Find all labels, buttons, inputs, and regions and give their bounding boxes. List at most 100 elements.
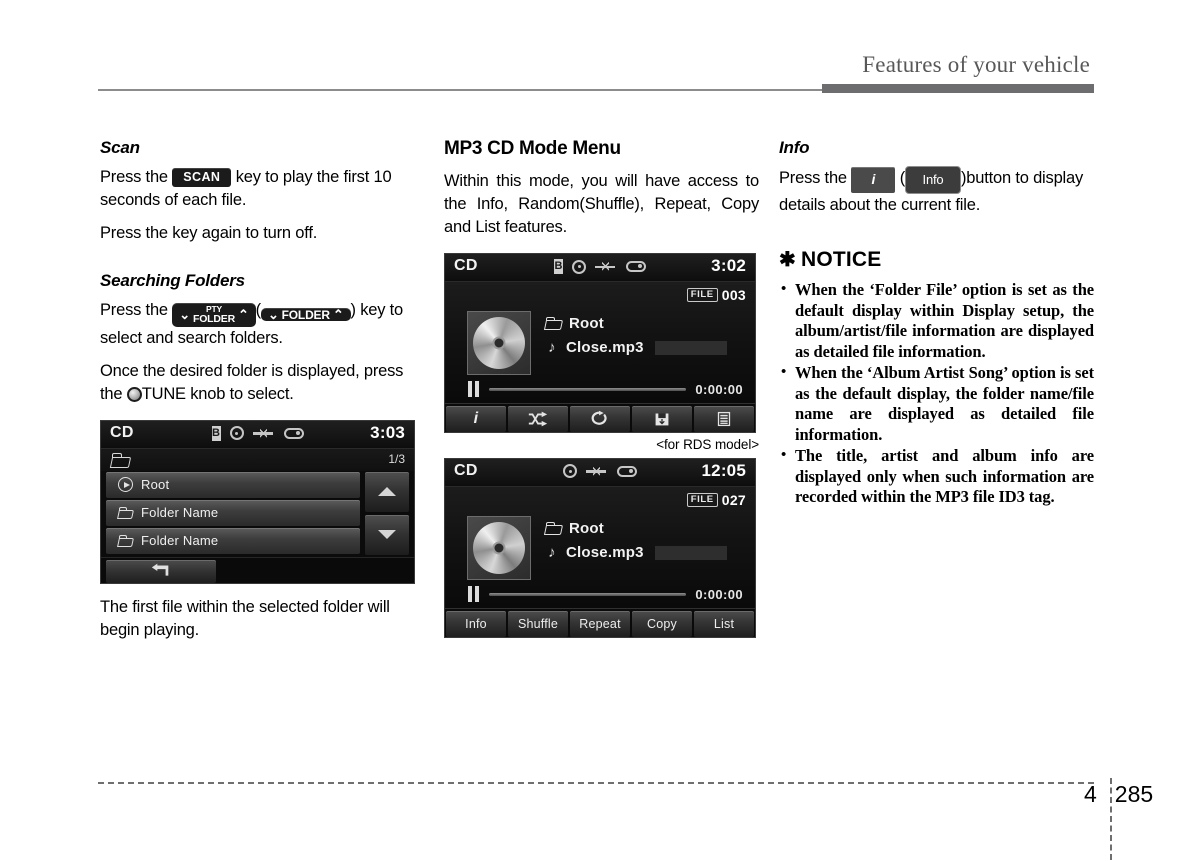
shuffle-icon [528,411,548,427]
folder-key-graphic: ⌄ FOLDER ⌃ [260,306,351,322]
file-badge: FILE 003 [686,287,746,303]
folder-icon [545,522,562,535]
usb-icon [252,427,275,440]
usb-icon [595,260,617,273]
folder-list-subbar: 1/3 [101,448,414,471]
status-icon-group [563,464,637,478]
pause-icon[interactable] [467,586,480,602]
mp3-playback-screen-rds[interactable]: CD B 3:02 FILE 003 Root ♪ Close.mp3 0:00… [444,253,756,433]
music-note-icon: ♪ [548,544,556,561]
bluetooth-icon: B [554,259,563,274]
track-title-highlight [654,340,727,355]
cd-disc-icon [473,522,525,574]
back-button[interactable] [106,559,216,583]
asterisk-icon: ✱ [779,249,796,271]
track-folder-row: Root [545,520,727,537]
repeat-button[interactable] [570,406,630,432]
rds-statusbar: CD B 3:02 [445,254,755,282]
track-folder-label: Root [569,315,604,332]
chevron-down-icon-2: ⌄ [267,306,279,322]
source-mode-label: CD [454,257,478,274]
file-badge-number: 027 [721,492,746,508]
bluetooth-icon: B [211,425,221,441]
list-button[interactable] [694,406,754,432]
copy-button[interactable]: Copy [632,611,692,637]
album-art [467,516,531,580]
list-button[interactable]: List [694,611,754,637]
chevron-down-icon: ⌄ [179,306,190,322]
info-key-graphic: Info [904,166,961,194]
scan-heading: Scan [100,138,140,157]
shuffle-button[interactable] [508,406,568,432]
chevron-up-icon: ⌃ [237,306,249,322]
searching-folders-paragraph-1: Press the ⌄ PTY FOLDER ⌃ (⌄ FOLDER ⌃) key to … [100,299,415,350]
info-button[interactable]: i [446,406,506,432]
folder-icon [111,452,130,468]
closing-paragraph: The first file within the selected folde… [100,597,390,639]
folder-list-screen[interactable]: CD B 3:03 1/3 Root Folder Name Folder Na… [100,419,415,584]
info-i-icon: i [473,410,479,427]
notice-item: When the ‘Folder File’ option is set as … [779,279,1094,362]
source-mode-label: CD [454,462,478,479]
source-mode-label: CD [110,423,134,441]
mp3-mode-heading: MP3 CD Mode Menu [444,138,621,159]
list-item[interactable]: Folder Name [106,527,360,554]
std-statusbar: CD 12:05 [445,459,755,487]
scroll-down-button[interactable] [365,514,409,555]
repeat-button[interactable]: Repeat [570,611,630,637]
progress-bar[interactable] [489,387,687,391]
file-badge-number: 003 [721,287,746,303]
std-toolbar: Info Shuffle Repeat Copy List [445,608,755,637]
list-item-label: Root [141,477,170,493]
disc-icon [563,464,577,478]
repeat-icon [591,410,607,425]
clock-label: 3:02 [711,256,746,275]
list-item[interactable]: Root [106,471,360,498]
info-text-before: Press the [779,169,847,187]
notice-heading-label: NOTICE [800,248,882,271]
track-file-row: ♪ Close.mp3 [545,339,727,356]
disc-icon [572,259,586,274]
mp3-playback-screen-standard[interactable]: CD 12:05 FILE 027 Root ♪ Close.mp3 0:00:… [444,458,756,638]
list-icon [717,411,731,427]
page-title: Features of your vehicle [862,52,1090,77]
track-folder-label: Root [569,520,604,537]
file-badge: FILE 027 [686,492,746,508]
scroll-up-button[interactable] [365,471,409,512]
folder-icon [118,506,133,519]
scan-key-graphic: SCAN [172,168,232,187]
track-info: Root ♪ Close.mp3 [545,315,727,363]
info-button[interactable]: Info [446,611,506,637]
clock-label: 12:05 [701,461,746,480]
folder-icon [545,317,562,330]
playback-progress: 0:00:00 [467,586,743,602]
rds-toolbar: i [445,403,755,432]
folder-key-text: FOLDER [281,307,330,322]
notice-heading: ✱ NOTICE [779,247,1094,272]
clock-label: 3:03 [370,422,405,442]
list-item[interactable]: Folder Name [106,499,360,526]
track-info: Root ♪ Close.mp3 [545,520,727,568]
pty-folder-key-text: PTY FOLDER [193,303,235,325]
left-column: Scan Press the SCAN key to play the firs… [100,138,415,652]
progress-bar[interactable] [489,592,687,596]
footer-rule [98,782,1094,784]
aux-icon [626,261,646,272]
rds-playback-body: FILE 003 Root ♪ Close.mp3 0:00:00 [445,282,755,403]
shuffle-button[interactable]: Shuffle [508,611,568,637]
status-icon-group: B [211,425,304,441]
play-circle-icon [118,477,133,493]
tune-text-after: TUNE knob to select. [141,384,294,403]
list-item-label: Folder Name [141,533,219,549]
folder-icon [118,534,133,547]
header-rule-thick [822,84,1094,93]
pause-icon[interactable] [467,381,480,397]
aux-icon [617,465,637,477]
track-file-label: Close.mp3 [566,339,644,356]
pty-folder-key-graphic: ⌄ PTY FOLDER ⌃ [172,302,256,327]
searching-folders-heading: Searching Folders [100,271,245,290]
paren-close: ) [350,301,357,319]
copy-button[interactable] [632,406,692,432]
folder-list-statusbar: CD B 3:03 [101,420,414,449]
elapsed-time-label: 0:00:00 [695,586,743,602]
